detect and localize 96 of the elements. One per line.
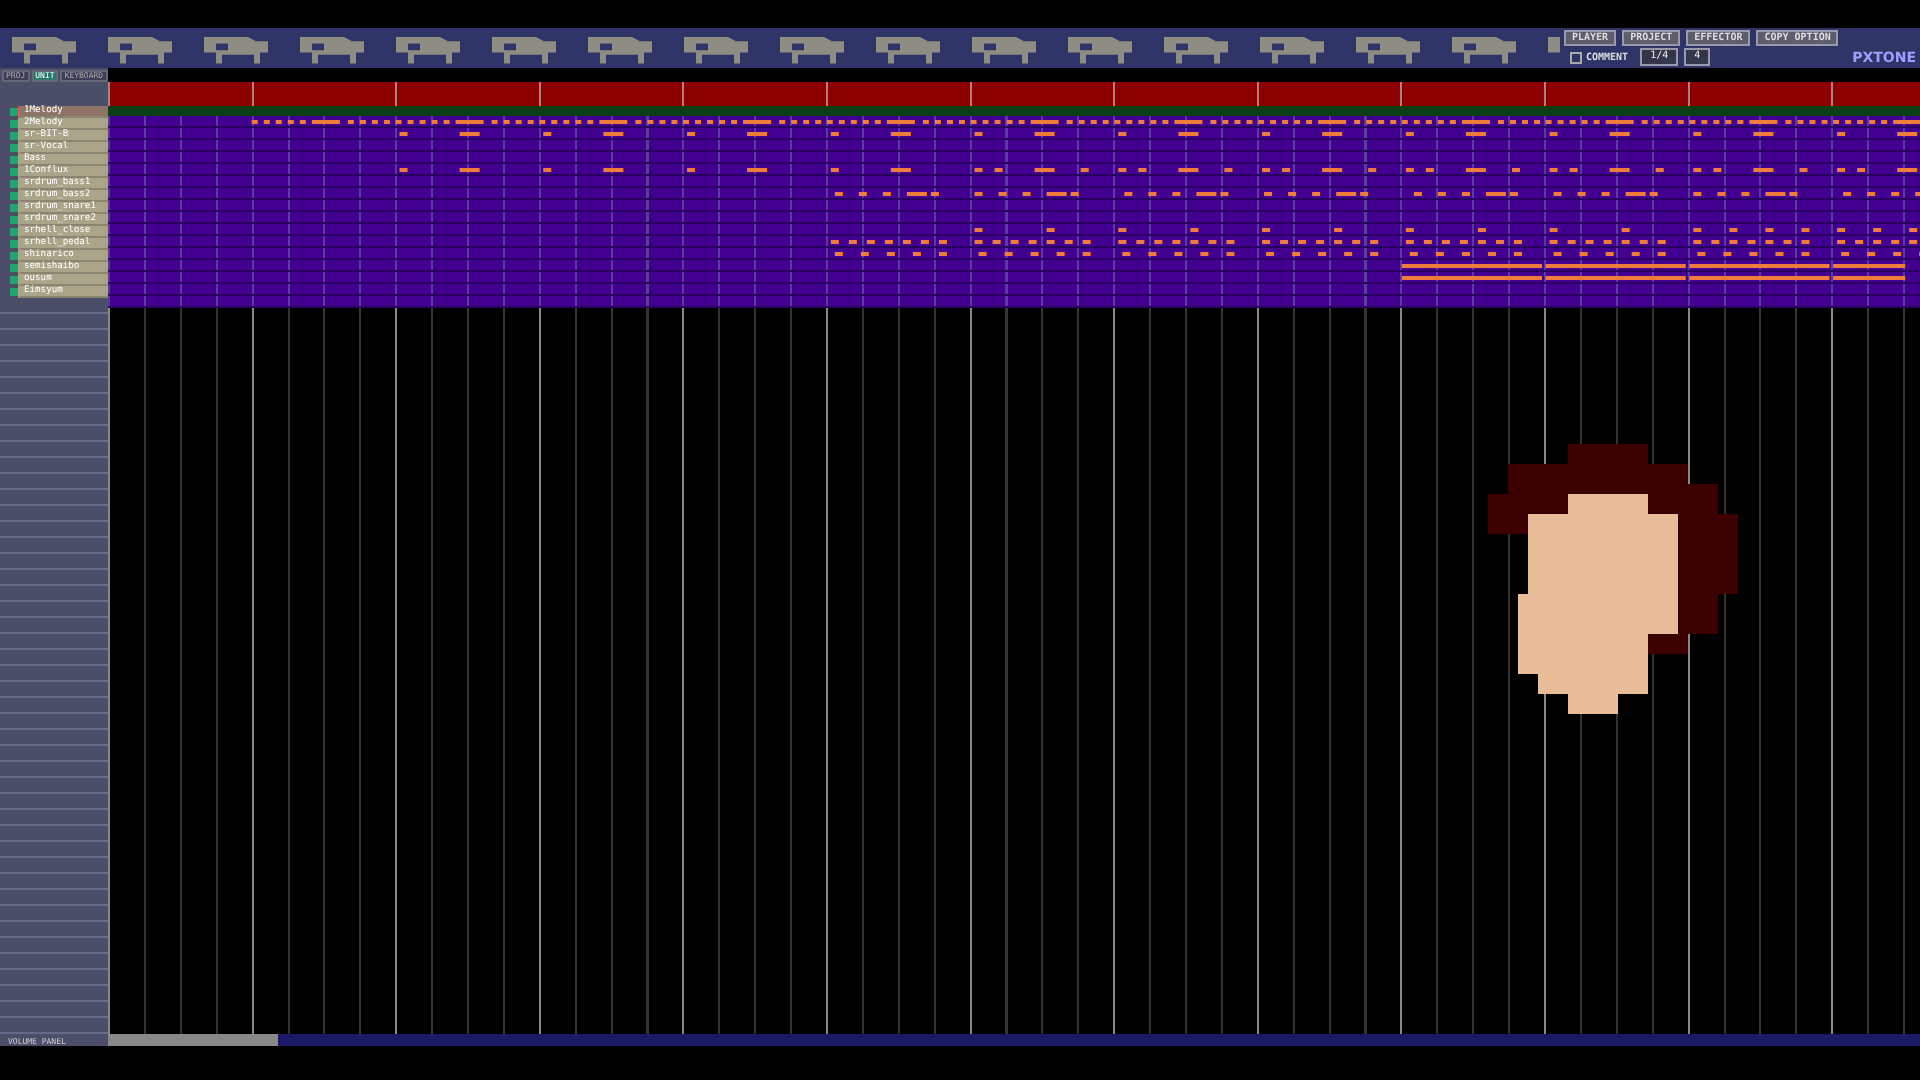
- note-mark[interactable]: [1224, 168, 1233, 172]
- note-mark[interactable]: [1649, 192, 1658, 196]
- scroll-thumb[interactable]: [278, 1034, 1920, 1046]
- note-mark[interactable]: [1509, 192, 1518, 196]
- note-mark[interactable]: [399, 168, 408, 172]
- note-mark[interactable]: [455, 120, 484, 124]
- note-mark[interactable]: [1569, 168, 1578, 172]
- note-mark[interactable]: [1322, 168, 1343, 172]
- note-mark[interactable]: [1609, 132, 1630, 136]
- note-mark[interactable]: [1124, 192, 1133, 196]
- note-mark[interactable]: [1030, 120, 1059, 124]
- note-mark[interactable]: [747, 132, 768, 136]
- note-mark[interactable]: [1897, 132, 1918, 136]
- note-mark[interactable]: [687, 168, 696, 172]
- note-mark[interactable]: [1897, 168, 1918, 172]
- note-mark[interactable]: [1461, 192, 1470, 196]
- note-mark[interactable]: [1765, 192, 1786, 196]
- note-mark[interactable]: [1080, 168, 1089, 172]
- note-mark[interactable]: [1178, 132, 1199, 136]
- note-mark[interactable]: [1413, 192, 1422, 196]
- note-mark[interactable]: [1461, 120, 1490, 124]
- note-mark[interactable]: [886, 120, 915, 124]
- note-mark[interactable]: [1713, 168, 1722, 172]
- note-mark[interactable]: [603, 168, 624, 172]
- note-mark[interactable]: [1148, 192, 1157, 196]
- note-mark[interactable]: [1605, 120, 1634, 124]
- note-mark[interactable]: [974, 192, 983, 196]
- note-mark[interactable]: [834, 192, 843, 196]
- note-mark[interactable]: [1867, 192, 1876, 196]
- note-mark[interactable]: [1753, 132, 1774, 136]
- note-mark[interactable]: [1264, 192, 1273, 196]
- note-mark[interactable]: [1749, 120, 1778, 124]
- note-mark[interactable]: [1318, 120, 1347, 124]
- note-mark[interactable]: [882, 192, 891, 196]
- note-mark[interactable]: [1118, 168, 1127, 172]
- note-mark[interactable]: [603, 132, 624, 136]
- note-mark[interactable]: [599, 120, 628, 124]
- note-mark[interactable]: [1799, 168, 1808, 172]
- note-mark[interactable]: [1843, 192, 1852, 196]
- note-mark[interactable]: [1577, 192, 1586, 196]
- note-mark[interactable]: [1138, 168, 1147, 172]
- note-mark[interactable]: [1655, 168, 1664, 172]
- note-mark[interactable]: [1609, 168, 1630, 172]
- note-mark[interactable]: [1336, 192, 1357, 196]
- note-mark[interactable]: [858, 192, 867, 196]
- note-mark[interactable]: [1741, 192, 1750, 196]
- note-mark[interactable]: [1220, 192, 1229, 196]
- note-mark[interactable]: [1282, 168, 1291, 172]
- note-mark[interactable]: [1753, 168, 1774, 172]
- note-mark[interactable]: [1549, 168, 1558, 172]
- note-mark[interactable]: [998, 192, 1007, 196]
- note-mark[interactable]: [1693, 192, 1702, 196]
- note-mark[interactable]: [1368, 168, 1377, 172]
- note-mark[interactable]: [1693, 168, 1702, 172]
- note-mark[interactable]: [311, 120, 340, 124]
- note-mark[interactable]: [1174, 120, 1203, 124]
- note-mark[interactable]: [1837, 168, 1846, 172]
- note-mark[interactable]: [1360, 192, 1369, 196]
- note-mark[interactable]: [1034, 168, 1055, 172]
- note-mark[interactable]: [1046, 192, 1067, 196]
- note-mark[interactable]: [890, 168, 911, 172]
- note-mark[interactable]: [1717, 192, 1726, 196]
- note-mark[interactable]: [1601, 192, 1610, 196]
- note-mark[interactable]: [830, 168, 839, 172]
- note-mark[interactable]: [1437, 192, 1446, 196]
- note-mark[interactable]: [974, 168, 983, 172]
- note-mark[interactable]: [930, 192, 939, 196]
- note-mark[interactable]: [1789, 192, 1798, 196]
- note-mark[interactable]: [1322, 132, 1343, 136]
- note-mark[interactable]: [1034, 132, 1055, 136]
- note-mark[interactable]: [1178, 168, 1199, 172]
- note-mark[interactable]: [459, 168, 480, 172]
- note-mark[interactable]: [1405, 168, 1414, 172]
- note-mark[interactable]: [1312, 192, 1321, 196]
- note-mark[interactable]: [743, 120, 772, 124]
- note-mark[interactable]: [994, 168, 1003, 172]
- note-mark[interactable]: [1022, 192, 1031, 196]
- note-mark[interactable]: [747, 168, 768, 172]
- note-mark[interactable]: [1196, 192, 1217, 196]
- note-mark[interactable]: [543, 168, 552, 172]
- note-mark[interactable]: [1070, 192, 1079, 196]
- note-mark[interactable]: [1465, 132, 1486, 136]
- note-mark[interactable]: [1625, 192, 1646, 196]
- note-mark[interactable]: [1553, 192, 1562, 196]
- note-mark[interactable]: [1891, 192, 1900, 196]
- note-mark[interactable]: [1465, 168, 1486, 172]
- note-mark[interactable]: [1262, 168, 1271, 172]
- note-mark[interactable]: [1485, 192, 1506, 196]
- note-mark[interactable]: [1425, 168, 1434, 172]
- note-mark[interactable]: [906, 192, 927, 196]
- note-mark[interactable]: [1511, 168, 1520, 172]
- note-mark[interactable]: [459, 132, 480, 136]
- note-mark[interactable]: [1857, 168, 1866, 172]
- note-mark[interactable]: [1288, 192, 1297, 196]
- note-mark[interactable]: [1172, 192, 1181, 196]
- note-mark[interactable]: [890, 132, 911, 136]
